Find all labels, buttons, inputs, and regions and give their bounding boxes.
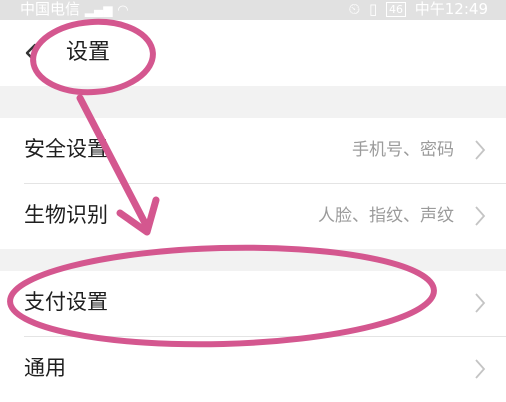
- row-label: 通用: [24, 356, 66, 380]
- status-left: 中国电信 ▂▄▆ ◠: [20, 0, 129, 19]
- settings-row-payment[interactable]: 支付设置: [0, 271, 506, 336]
- chevron-right-icon: [475, 293, 486, 313]
- row-value: 人脸、指纹、声纹: [318, 206, 454, 226]
- row-label: 支付设置: [24, 290, 108, 314]
- settings-row-biometrics[interactable]: 生物识别 人脸、指纹、声纹: [0, 184, 506, 249]
- nav-bar: 设置: [0, 20, 506, 86]
- battery-icon: 46: [385, 2, 406, 17]
- row-label: 生物识别: [24, 203, 108, 227]
- back-chevron-icon: [25, 43, 37, 63]
- clock-time: 中午12:49: [414, 0, 488, 18]
- status-right: ⏲ ▯ 46 中午12:49: [344, 0, 488, 19]
- section-gap: [0, 86, 506, 118]
- chevron-right-icon: [475, 359, 486, 379]
- signal-icon: ▂▄▆: [84, 3, 113, 17]
- vibrate-icon: ▯: [368, 0, 378, 18]
- wifi-icon: ◠: [117, 3, 129, 18]
- alarm-icon: ⏲: [348, 0, 361, 18]
- carrier-name: 中国电信: [20, 0, 81, 18]
- row-value: 手机号、密码: [352, 140, 454, 160]
- status-bar: 中国电信 ▂▄▆ ◠ ⏲ ▯ 46 中午12:49: [0, 0, 506, 20]
- page-title: 设置: [66, 40, 111, 65]
- chevron-right-icon: [475, 206, 486, 226]
- settings-row-security[interactable]: 安全设置 手机号、密码: [0, 118, 506, 183]
- settings-row-general[interactable]: 通用: [0, 337, 506, 402]
- section-gap: [0, 249, 506, 271]
- back-button[interactable]: [18, 38, 46, 68]
- row-label: 安全设置: [24, 137, 108, 161]
- chevron-right-icon: [475, 140, 486, 160]
